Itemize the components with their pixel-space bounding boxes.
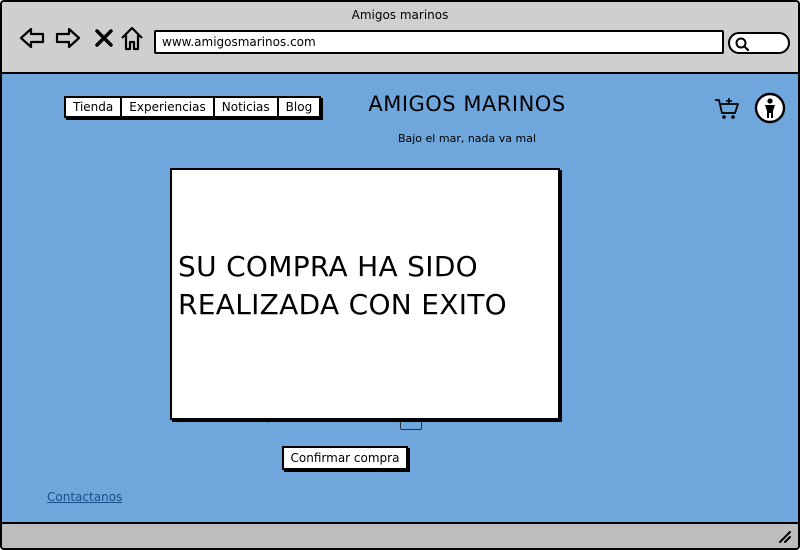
success-message-line-1: SU COMPRA HA SIDO <box>178 250 479 283</box>
browser-titlebar: Amigos marinos www.amigosmarinos.com <box>2 2 798 74</box>
window-title: Amigos marinos <box>351 8 449 22</box>
resize-grip-icon[interactable] <box>776 528 792 544</box>
nav-experiencias[interactable]: Experiencias <box>120 96 215 118</box>
nav-blog[interactable]: Blog <box>276 96 322 118</box>
site-nav: Tienda Experiencias Noticias Blog <box>64 96 322 118</box>
site-brand: AMIGOS MARINOS <box>368 92 566 116</box>
browser-window: Amigos marinos www.amigosmarinos.com Tie… <box>0 0 800 550</box>
search-icon <box>735 37 750 52</box>
search-button[interactable] <box>728 32 790 54</box>
success-message-line-2: REALIZADA CON EXITO <box>178 288 508 321</box>
home-icon[interactable] <box>118 24 146 52</box>
site-tagline: Bajo el mar, nada va mal <box>397 132 537 145</box>
contact-link[interactable]: Contactanos <box>47 490 122 504</box>
confirm-purchase-button[interactable]: Confirmar compra <box>282 446 408 470</box>
cart-icon[interactable] <box>714 96 740 122</box>
page-viewport: Tienda Experiencias Noticias Blog AMIGOS… <box>2 74 798 522</box>
back-arrow-icon[interactable] <box>18 24 46 52</box>
browser-statusbar <box>2 522 798 548</box>
nav-noticias[interactable]: Noticias <box>212 96 279 118</box>
success-message: SU COMPRA HA SIDO REALIZADA CON EXITO <box>178 248 548 324</box>
success-dialog: SU COMPRA HA SIDO REALIZADA CON EXITO <box>170 168 560 420</box>
forward-arrow-icon[interactable] <box>54 24 82 52</box>
nav-tienda[interactable]: Tienda <box>64 96 123 118</box>
url-input[interactable]: www.amigosmarinos.com <box>154 30 724 54</box>
close-x-icon[interactable] <box>90 24 118 52</box>
accessibility-icon[interactable] <box>754 92 786 124</box>
